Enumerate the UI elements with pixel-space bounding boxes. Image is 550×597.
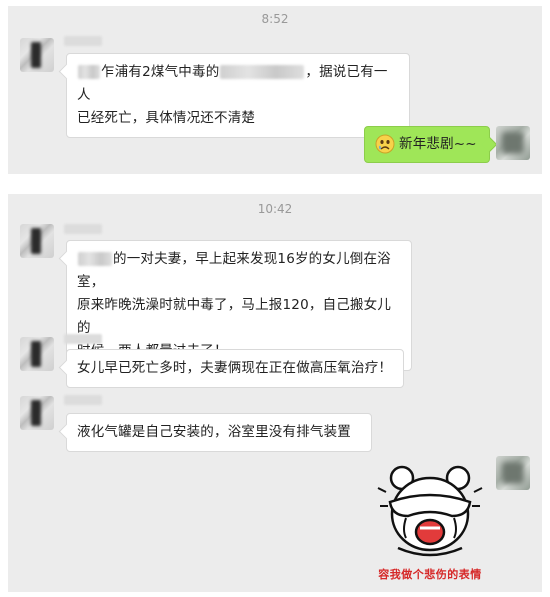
message-bubble[interactable]: 女儿早已死亡多时，夫妻俩现在正在做高压氧治疗！ [66,349,404,388]
sad-face-icon [375,134,395,154]
message-bubble[interactable]: 乍浦有2煤气中毒的 ，据说已有一人 已经死亡，具体情况还不清楚 [66,53,410,138]
message-bubble[interactable]: 液化气罐是自己安装的，浴室里没有排气装置 [66,413,372,452]
sent-message-text: 新年悲剧~~ [399,136,477,152]
contact-avatar[interactable] [20,38,54,72]
redacted-text [78,65,100,79]
message-line: 原来昨晚洗澡时就中毒了，马上报120，自己搬女儿的 [77,297,392,336]
contact-nickname-blurred [64,36,102,46]
chat-panel-2: 10:42 的一对夫妻，早上起来发现16岁的女儿倒在浴室， 原来昨晚洗澡时就中毒… [8,194,542,592]
contact-nickname-blurred [64,334,102,344]
message-text: 乍浦有2煤气中毒的 [101,64,220,80]
contact-nickname-blurred [64,224,102,234]
timestamp: 8:52 [261,12,289,26]
message-line: 乍浦有2煤气中毒的 ，据说已有一人 [77,61,399,107]
message-line: 的一对夫妻，早上起来发现16岁的女儿倒在浴室， [77,248,401,294]
contact-avatar[interactable] [20,396,54,430]
chat-panel-1: 8:52 乍浦有2煤气中毒的 ，据说已有一人 已经死亡，具体情况还不清楚 新年悲剧… [8,6,542,174]
message-line: 已经死亡，具体情况还不清楚 [77,110,256,126]
my-avatar[interactable] [496,456,530,490]
contact-avatar[interactable] [20,337,54,371]
timestamp: 10:42 [257,202,293,216]
redacted-text [78,252,112,266]
contact-avatar[interactable] [20,224,54,258]
redacted-text [220,65,305,79]
contact-nickname-blurred [64,395,102,405]
sticker-caption: 容我做个悲伤的表情 [378,568,482,581]
sent-message-bubble[interactable]: 新年悲剧~~ [364,126,490,163]
message-text: 的一对夫妻，早上起来发现16岁的女儿倒在浴室， [77,251,391,290]
my-avatar[interactable] [496,126,530,160]
crying-bear-sticker[interactable]: 容我做个悲伤的表情 [372,458,488,584]
